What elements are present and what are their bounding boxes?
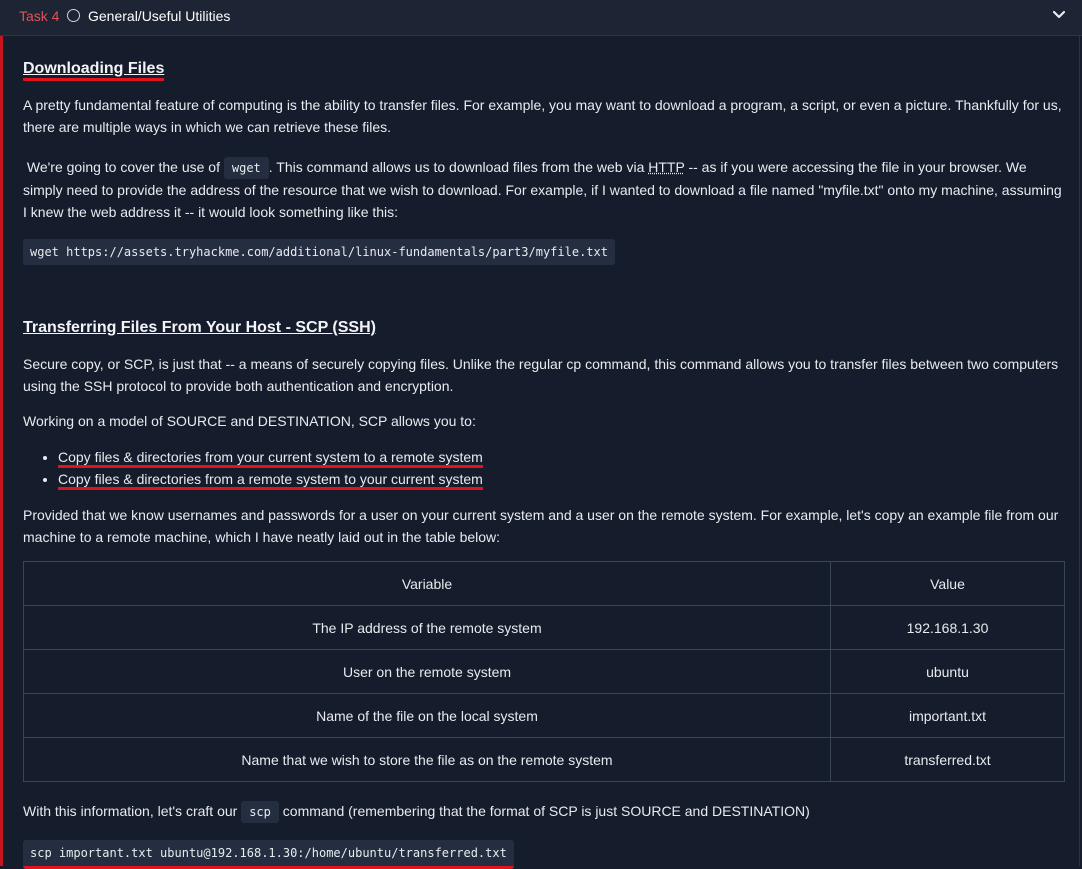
table-cell: 192.168.1.30: [830, 605, 1065, 650]
task-title: General/Useful Utilities: [88, 8, 231, 24]
text: . This command allows us to download fil…: [268, 159, 645, 175]
heading-transferring-files: Transferring Files From Your Host - SCP …: [23, 317, 1068, 339]
table-cell: transferred.txt: [830, 737, 1065, 782]
table-cell: Name of the file on the local system: [23, 693, 831, 738]
paragraph-wget-intro: We're going to cover the use of wget. Th…: [23, 156, 1068, 223]
paragraph-scp-intro: With this information, let's craft our s…: [23, 800, 1068, 823]
code-block-scp: scp important.txt ubuntu@192.168.1.30:/h…: [23, 840, 514, 869]
heading-text: Transferring Files From Your Host - SCP …: [23, 319, 376, 336]
code-block-wget: wget https://assets.tryhackme.com/additi…: [23, 239, 615, 265]
variables-table: Variable Value The IP address of the rem…: [23, 561, 1065, 782]
table-cell: important.txt: [830, 693, 1065, 738]
paragraph: A pretty fundamental feature of computin…: [23, 97, 1062, 135]
heading-downloading-files: Downloading Files: [23, 58, 1068, 81]
task-header[interactable]: Task 4 General/Useful Utilities: [0, 0, 1082, 36]
content-border: [1079, 36, 1080, 866]
list-item: Copy files & directories from a remote s…: [58, 468, 1068, 490]
task-content: Downloading Files A pretty fundamental f…: [23, 36, 1068, 869]
table-cell: ubuntu: [830, 649, 1065, 694]
text: We're going to cover the use of: [26, 159, 220, 175]
list-item: Copy files & directories from your curre…: [58, 446, 1068, 468]
table-cell: User on the remote system: [23, 649, 831, 694]
table-row: Name that we wish to store the file as o…: [23, 737, 1065, 782]
chevron-down-icon[interactable]: [1052, 8, 1066, 22]
task-number-label: Task 4: [19, 8, 60, 24]
table-header: Variable: [23, 561, 831, 606]
text: command (remembering that the format of …: [282, 803, 810, 819]
text: With this information, let's craft our: [23, 803, 238, 819]
table-row: User on the remote system ubuntu: [23, 649, 1065, 694]
paragraph: Secure copy, or SCP, is just that -- a m…: [23, 356, 1059, 394]
heading-text: Downloading Files: [23, 60, 165, 81]
task-status-circle-icon: [67, 9, 80, 22]
inline-code-scp: scp: [241, 801, 279, 823]
paragraph: Provided that we know usernames and pass…: [23, 507, 1059, 545]
bullet-list: Copy files & directories from your curre…: [23, 446, 1068, 490]
table-cell: The IP address of the remote system: [23, 605, 831, 650]
table-row: Name of the file on the local system imp…: [23, 693, 1065, 738]
table-header-row: Variable Value: [23, 561, 1065, 606]
paragraph: Working on a model of SOURCE and DESTINA…: [23, 413, 476, 429]
table-header: Value: [830, 561, 1065, 606]
inline-code-wget: wget: [223, 157, 269, 179]
task-accent-bar: [0, 36, 3, 866]
list-item-text: Copy files & directories from a remote s…: [58, 471, 483, 490]
list-item-text: Copy files & directories from your curre…: [58, 449, 483, 468]
abbr-http[interactable]: HTTP: [648, 159, 684, 175]
table-cell: Name that we wish to store the file as o…: [23, 737, 831, 782]
table-row: The IP address of the remote system 192.…: [23, 605, 1065, 650]
